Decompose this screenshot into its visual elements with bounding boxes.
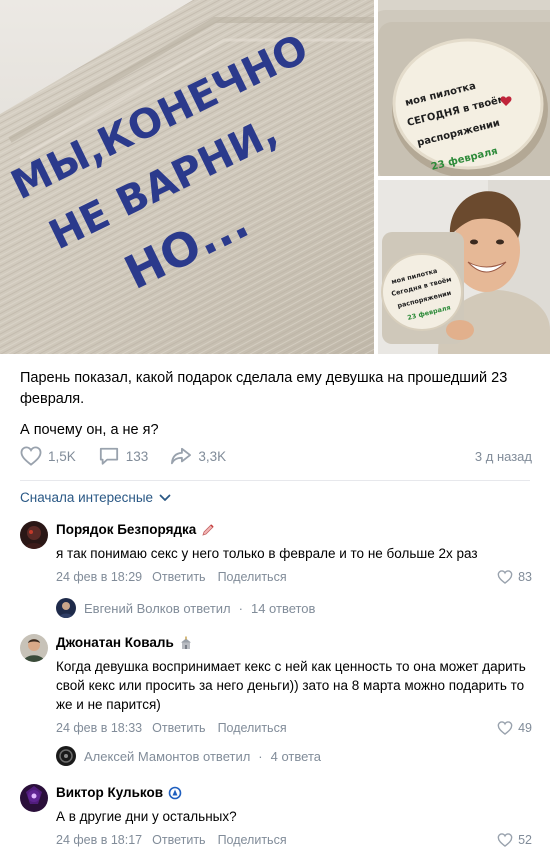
replies-thread-link[interactable]: Алексей Мамонтов ответил · 4 ответа <box>56 746 321 766</box>
replies-thread-link[interactable]: Евгений Волков ответил · 14 ответов <box>56 598 315 618</box>
comment-text: Когда девушка воспринимает кекс с ней ка… <box>56 659 526 712</box>
avatar[interactable] <box>20 634 48 662</box>
reply-button[interactable]: Ответить <box>152 833 205 847</box>
chevron-down-icon <box>159 494 171 501</box>
avatar[interactable] <box>20 784 48 812</box>
share-comment-button[interactable]: Поделиться <box>218 721 287 735</box>
avatar <box>56 598 76 618</box>
comment-meta: 24 фев в 18:29 Ответить Поделиться 83 <box>56 568 532 586</box>
post-time: 3 д назад <box>474 448 532 464</box>
author-name: Джонатан Коваль <box>56 635 174 650</box>
heart-icon <box>497 570 513 584</box>
comment-author[interactable]: Виктор Кульков <box>56 784 532 802</box>
dot-separator: · <box>258 748 263 764</box>
post-photo-cake[interactable]: моя пилотка СЕГОДНЯ в твоём распоряжении… <box>378 0 550 176</box>
reply-button[interactable]: Ответить <box>152 721 205 735</box>
comment-like-button[interactable]: 52 <box>497 833 532 847</box>
comment-like-button[interactable]: 83 <box>497 570 532 584</box>
comment-like-count: 49 <box>518 721 532 735</box>
separator <box>20 480 530 481</box>
box-photo: МЫ,КОНЕЧНО НЕ ВАРНИ, НО... <box>0 0 374 354</box>
comment-date[interactable]: 24 фев в 18:33 <box>56 721 142 735</box>
post-photo-main[interactable]: МЫ,КОНЕЧНО НЕ ВАРНИ, НО... <box>0 0 374 354</box>
post-photo-grid: МЫ,КОНЕЧНО НЕ ВАРНИ, НО... моя пилотка С… <box>0 0 550 354</box>
comment-date[interactable]: 24 фев в 18:29 <box>56 570 142 584</box>
share-button[interactable]: 3,3K <box>170 446 226 466</box>
comment-like-button[interactable]: 49 <box>497 721 532 735</box>
like-icon <box>20 446 42 466</box>
comment-author[interactable]: Джонатан Коваль <box>56 634 532 652</box>
comment-author[interactable]: Порядок Безпорядка <box>56 521 532 539</box>
author-name: Виктор Кульков <box>56 785 164 800</box>
reply-button[interactable]: Ответить <box>152 570 205 584</box>
comment-icon <box>99 447 118 465</box>
like-count: 1,5K <box>48 448 76 464</box>
man-photo: моя пилотка Сегодня в твоём распоряжении… <box>378 180 550 354</box>
comment-text: А в другие дни у остальных? <box>56 809 237 824</box>
share-comment-button[interactable]: Поделиться <box>218 833 287 847</box>
avatar[interactable] <box>20 521 48 549</box>
replies-author: Алексей Мамонтов ответил <box>84 748 251 764</box>
comment-like-count: 83 <box>518 570 532 584</box>
pencil-badge-icon <box>201 523 215 537</box>
comment-like-count: 52 <box>518 833 532 847</box>
post-text-line: А почему он, а не я? <box>20 422 159 438</box>
post-text-line: Парень показал, какой подарок сделала ем… <box>20 370 508 407</box>
sort-label: Сначала интересные <box>20 490 154 505</box>
replies-count: 4 ответа <box>270 748 321 764</box>
comment-meta: 24 фев в 18:33 Ответить Поделиться 49 <box>56 719 532 737</box>
dynamo-badge-icon <box>168 786 182 800</box>
post-photo-man[interactable]: моя пилотка Сегодня в твоём распоряжении… <box>378 180 550 354</box>
comment-date[interactable]: 24 фев в 18:17 <box>56 833 142 847</box>
comment-count: 133 <box>125 448 149 464</box>
comment-button[interactable]: 133 <box>98 446 149 466</box>
share-count: 3,3K <box>198 448 227 464</box>
author-name: Порядок Безпорядка <box>56 522 197 537</box>
post-text: Парень показал, какой подарок сделала ем… <box>20 368 530 451</box>
replies-author: Евгений Волков ответил <box>84 600 231 616</box>
comment-meta: 24 фев в 18:17 Ответить Поделиться 52 <box>56 831 532 849</box>
comment-sort-dropdown[interactable]: Сначала интересные <box>20 490 171 505</box>
heart-icon <box>497 721 513 735</box>
heart-icon <box>497 833 513 847</box>
avatar <box>56 746 76 766</box>
replies-count: 14 ответов <box>250 600 316 616</box>
share-comment-button[interactable]: Поделиться <box>218 570 287 584</box>
share-icon <box>171 447 192 465</box>
post-actions: 1,5K 133 3,3K 3 д назад <box>20 444 532 468</box>
church-badge-icon <box>179 636 193 650</box>
dot-separator: · <box>238 600 243 616</box>
cake-photo: моя пилотка СЕГОДНЯ в твоём распоряжении… <box>378 0 550 176</box>
comment-text: я так понимаю секс у него только в февра… <box>56 546 478 561</box>
like-button[interactable]: 1,5K <box>20 446 76 466</box>
